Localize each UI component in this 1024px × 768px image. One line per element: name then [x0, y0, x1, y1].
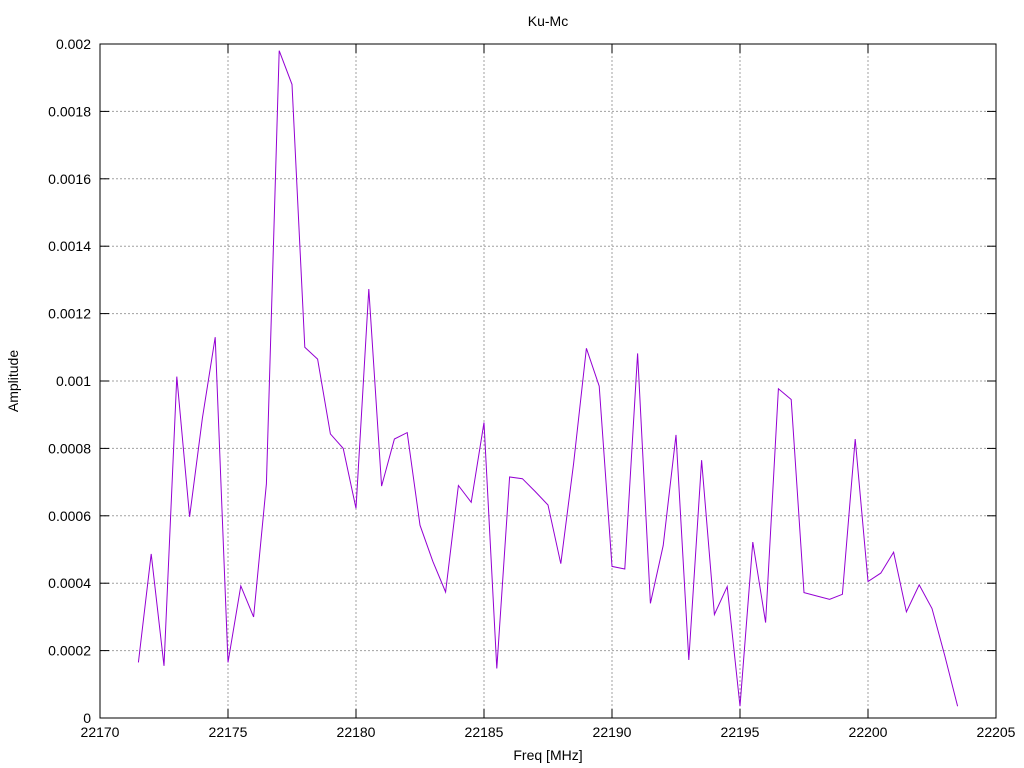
x-axis-label: Freq [MHz] — [513, 747, 582, 763]
y-tick-label: 0.0014 — [48, 238, 91, 254]
x-tick-label: 22200 — [849, 724, 888, 740]
x-tick-label: 22205 — [977, 724, 1016, 740]
y-tick-label: 0.0004 — [48, 575, 91, 591]
y-tick-label: 0.001 — [56, 373, 91, 389]
x-tick-label: 22190 — [593, 724, 632, 740]
chart-title: Ku-Mc — [528, 13, 568, 29]
y-axis-label: Amplitude — [5, 350, 21, 412]
y-tick-label: 0 — [83, 710, 91, 726]
x-tick-label: 22195 — [721, 724, 760, 740]
chart-background — [0, 0, 1024, 768]
y-tick-label: 0.002 — [56, 36, 91, 52]
y-tick-label: 0.0016 — [48, 171, 91, 187]
x-tick-label: 22170 — [81, 724, 120, 740]
x-tick-label: 22175 — [209, 724, 248, 740]
x-tick-label: 22185 — [465, 724, 504, 740]
y-tick-label: 0.0002 — [48, 643, 91, 659]
y-tick-label: 0.0012 — [48, 306, 91, 322]
y-tick-label: 0.0006 — [48, 508, 91, 524]
y-tick-label: 0.0008 — [48, 440, 91, 456]
x-tick-label: 22180 — [337, 724, 376, 740]
y-tick-label: 0.0018 — [48, 103, 91, 119]
line-chart: 22170 22175 22180 22185 22190 22195 22200 22205… — [0, 0, 1024, 768]
